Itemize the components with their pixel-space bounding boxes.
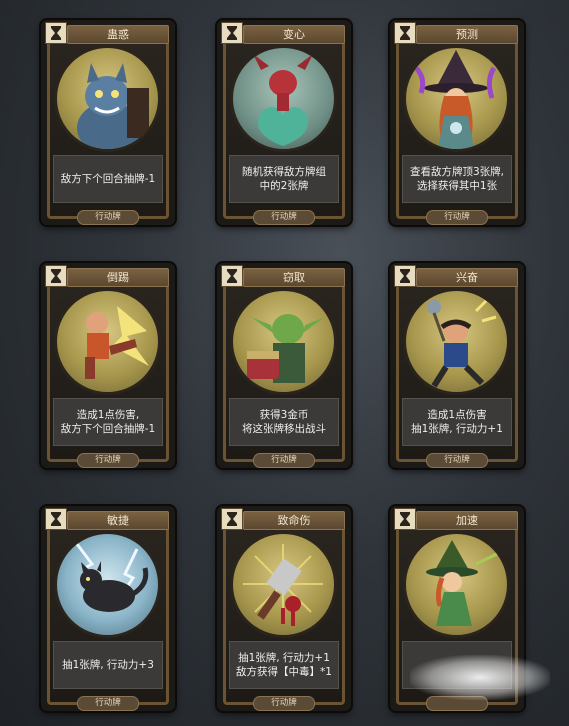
card-qie-qu[interactable]: 窃取 获得3金币 将这张牌移出战斗 行动牌 [217, 263, 351, 468]
card-description: 造成1点伤害 抽1张牌, 行动力+1 [402, 398, 512, 446]
card-title: 兴奋 [416, 268, 518, 287]
hourglass-icon [221, 265, 243, 287]
card-type-tag: 行动牌 [77, 453, 139, 468]
dancer-portrait [403, 288, 510, 395]
card-title: 蛊惑 [67, 25, 169, 44]
hourglass-icon [45, 22, 67, 44]
watermark-smudge [410, 655, 550, 700]
card-description: 随机获得敌方牌组 中的2张牌 [229, 155, 339, 203]
card-title: 加速 [416, 511, 518, 530]
card-description: 敌方下个回合抽牌-1 [53, 155, 163, 203]
card-min-jie[interactable]: 敏捷 抽1张牌, 行动力+3 行动牌 [41, 506, 175, 711]
card-yu-ce[interactable]: 预测 查看敌方牌顶3张牌, 选择获得其中1张 行动牌 [390, 20, 524, 225]
card-title: 敏捷 [67, 511, 169, 530]
card-zhi-ming-shang[interactable]: 致命伤 抽1张牌, 行动力+1 敌方获得【中毒】*1 行动牌 [217, 506, 351, 711]
imp-heart-portrait [230, 45, 337, 152]
card-type-tag: 行动牌 [426, 210, 488, 225]
card-type-tag: 行动牌 [77, 210, 139, 225]
witch-portrait [403, 45, 510, 152]
cat-portrait [54, 531, 161, 638]
hourglass-icon [394, 22, 416, 44]
card-type-tag: 行动牌 [426, 453, 488, 468]
hourglass-icon [221, 22, 243, 44]
kicker-portrait [54, 288, 161, 395]
card-description: 查看敌方牌顶3张牌, 选择获得其中1张 [402, 155, 512, 203]
cleaver-portrait [230, 531, 337, 638]
card-description: 抽1张牌, 行动力+1 敌方获得【中毒】*1 [229, 641, 339, 689]
goblin-portrait [230, 288, 337, 395]
card-type-tag: 行动牌 [253, 453, 315, 468]
green-witch-portrait [403, 531, 510, 638]
card-title: 倒踢 [67, 268, 169, 287]
card-type-tag: 行动牌 [253, 696, 315, 711]
card-xing-fen[interactable]: 兴奋 造成1点伤害 抽1张牌, 行动力+1 行动牌 [390, 263, 524, 468]
card-bian-xin[interactable]: 变心 随机获得敌方牌组 中的2张牌 行动牌 [217, 20, 351, 225]
card-description: 获得3金币 将这张牌移出战斗 [229, 398, 339, 446]
hourglass-icon [394, 265, 416, 287]
card-title: 致命伤 [243, 511, 345, 530]
card-description: 抽1张牌, 行动力+3 [53, 641, 163, 689]
card-type-tag: 行动牌 [253, 210, 315, 225]
card-dao-ti[interactable]: 倒踢 造成1点伤害, 敌方下个回合抽牌-1 行动牌 [41, 263, 175, 468]
werewolf-portrait [54, 45, 161, 152]
card-title: 窃取 [243, 268, 345, 287]
hourglass-icon [221, 508, 243, 530]
hourglass-icon [394, 508, 416, 530]
card-title: 变心 [243, 25, 345, 44]
card-grid: 蛊惑 敌方下个回合抽牌-1 行动牌 变心 随机获得敌方牌组 中的2张牌 行动牌 … [0, 0, 569, 726]
card-description: 造成1点伤害, 敌方下个回合抽牌-1 [53, 398, 163, 446]
card-gu-huo[interactable]: 蛊惑 敌方下个回合抽牌-1 行动牌 [41, 20, 175, 225]
card-type-tag: 行动牌 [77, 696, 139, 711]
hourglass-icon [45, 265, 67, 287]
card-title: 预测 [416, 25, 518, 44]
hourglass-icon [45, 508, 67, 530]
